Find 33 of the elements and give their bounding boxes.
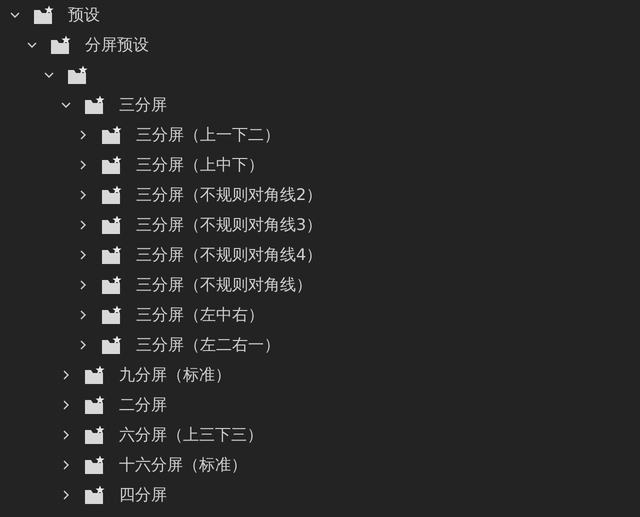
tree-item-label[interactable]: 预设 <box>68 3 100 27</box>
tree-item-label[interactable]: 二分屏 <box>119 393 167 417</box>
folder-star-icon <box>84 455 106 475</box>
folder-star-icon <box>101 185 123 205</box>
folder-star-icon <box>50 35 72 55</box>
folder-star-icon <box>101 305 123 325</box>
tree-item-label[interactable]: 三分屏（上中下） <box>136 153 264 177</box>
tree-item-label[interactable]: 三分屏（不规则对角线4） <box>136 243 322 267</box>
tree-item-label[interactable]: 九分屏（标准） <box>119 363 231 387</box>
tree-item-label[interactable]: 三分屏（不规则对角线） <box>136 273 312 297</box>
tree-item-label[interactable]: 三分屏（不规则对角线2） <box>136 183 322 207</box>
tree-item-label[interactable]: 三分屏（左中右） <box>136 303 264 327</box>
tree-item-label[interactable]: 三分屏（左二右一） <box>136 333 280 357</box>
tree-item-label[interactable]: 四分屏 <box>119 483 167 507</box>
folder-star-icon <box>101 275 123 295</box>
tree-item-label[interactable]: 十六分屏（标准） <box>119 453 247 477</box>
tree-item-label[interactable]: 分屏预设 <box>85 33 149 57</box>
folder-star-icon <box>84 485 106 505</box>
folder-star-icon <box>84 425 106 445</box>
folder-star-icon <box>101 155 123 175</box>
folder-star-icon <box>101 215 123 235</box>
tree-item-label[interactable]: 三分屏（上一下二） <box>136 123 280 147</box>
folder-star-icon <box>101 245 123 265</box>
tree-item-label[interactable]: 三分屏（不规则对角线3） <box>136 213 322 237</box>
tree-item-label[interactable]: 三分屏 <box>119 93 167 117</box>
folder-star-icon <box>84 365 106 385</box>
folder-star-icon <box>84 395 106 415</box>
folder-star-icon <box>101 125 123 145</box>
folder-star-icon <box>33 5 55 25</box>
folder-star-icon <box>84 95 106 115</box>
tree-item-label[interactable]: 六分屏（上三下三） <box>119 423 263 447</box>
folder-star-icon <box>67 65 89 85</box>
folder-star-icon <box>101 335 123 355</box>
